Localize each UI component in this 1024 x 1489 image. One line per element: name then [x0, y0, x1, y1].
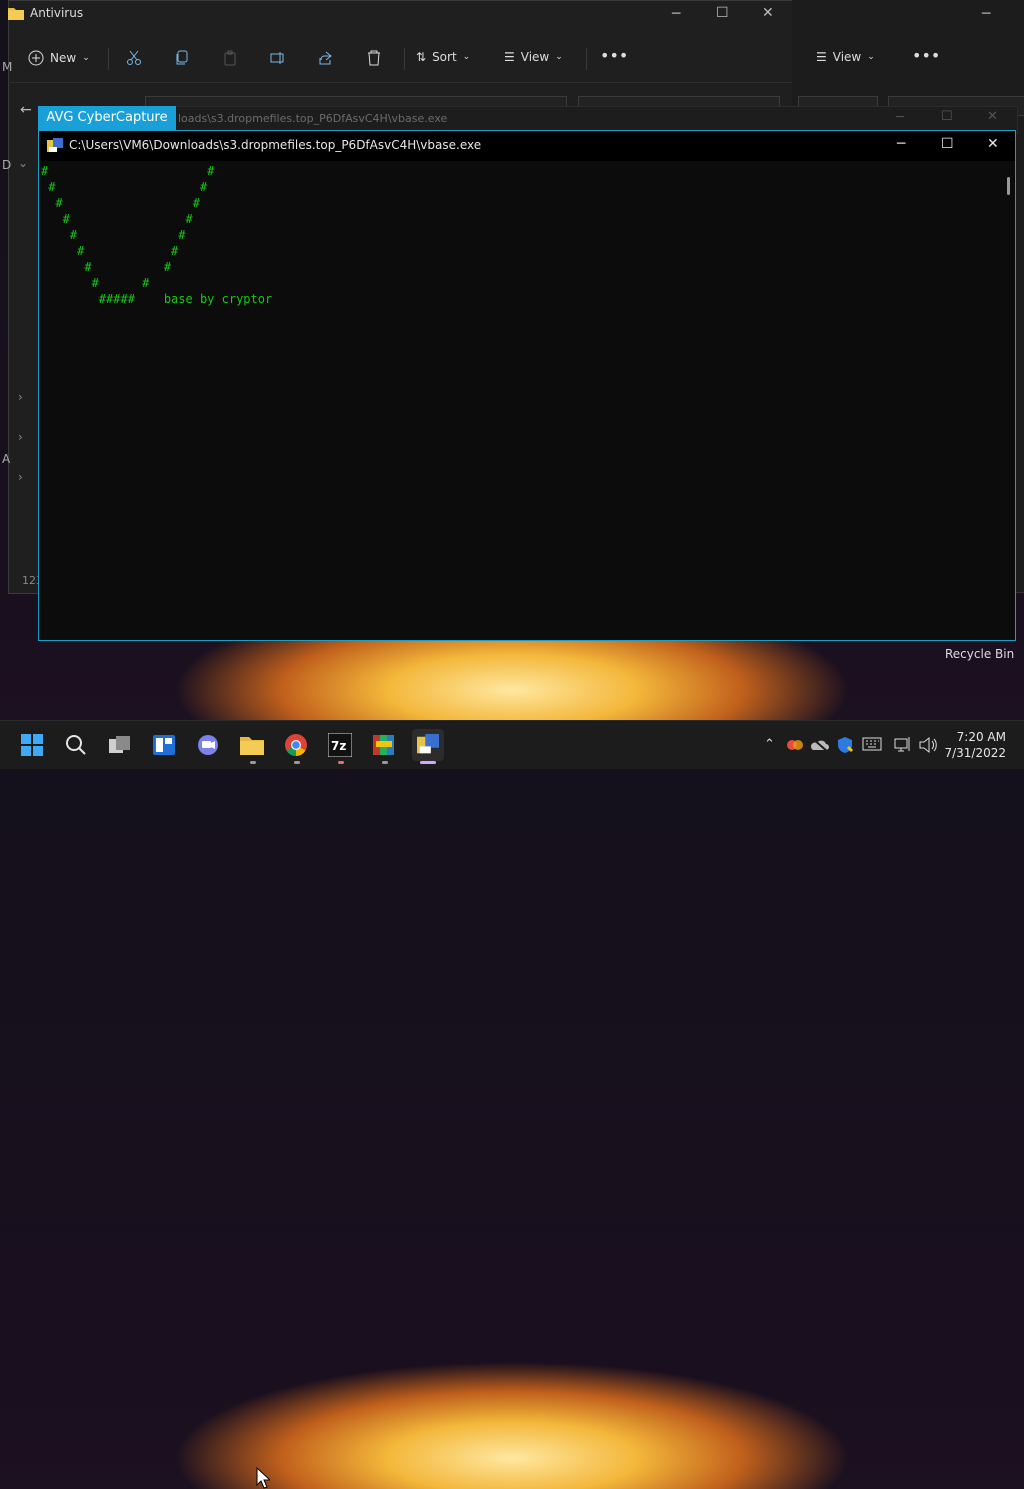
task-view-icon: [109, 736, 130, 753]
rename-icon[interactable]: [270, 50, 286, 66]
new-label: New: [50, 51, 77, 65]
chrome-button[interactable]: [280, 729, 312, 761]
clock-date: 7/31/2022: [944, 746, 1006, 760]
chevron-up-icon[interactable]: ⌃: [764, 737, 775, 752]
view-icon: ☰: [816, 50, 827, 64]
avg-faded-path: loads\s3.dropmefiles.top_P6DfAsvC4H\vbas…: [178, 112, 448, 125]
chrome-indicator: [294, 761, 300, 764]
console-app-indicator: [420, 761, 436, 764]
console-titlebar[interactable]: C:\Users\VM6\Downloads\s3.dropmefiles.to…: [39, 131, 1015, 161]
sort-icon: ⇅: [416, 50, 427, 64]
avg-maximize-button[interactable]: ☐: [941, 109, 953, 124]
chevron-right-icon[interactable]: ›: [18, 430, 23, 444]
console-text: # # # # # # # # # # # # # # # # ##### ba…: [41, 164, 273, 306]
secondary-minimize-button[interactable]: ─: [982, 6, 990, 22]
chrome-icon: [285, 734, 307, 756]
chat-icon: [198, 735, 218, 755]
widgets-button[interactable]: [148, 729, 180, 761]
mouse-cursor-icon: [256, 1467, 270, 1489]
view-icon: ☰: [504, 50, 515, 64]
console-app-icon: [417, 734, 439, 754]
start-button[interactable]: [16, 729, 48, 761]
console-minimize-button[interactable]: ─: [897, 136, 905, 152]
cut-icon[interactable]: [126, 50, 142, 66]
console-scrollbar-thumb[interactable]: [1007, 177, 1010, 195]
sidebar-letter-d: D: [2, 158, 12, 172]
console-output[interactable]: # # # # # # # # # # # # # # # # ##### ba…: [39, 163, 999, 639]
file-explorer-button[interactable]: [236, 729, 268, 761]
windows-icon: [21, 734, 43, 756]
secondary-more-options-icon[interactable]: •••: [912, 46, 940, 65]
plus-circle-icon: [28, 50, 44, 66]
chevron-down-icon: ⌄: [462, 52, 471, 62]
chevron-right-icon[interactable]: ›: [18, 390, 23, 404]
view-button[interactable]: ☰ View ⌄: [504, 50, 563, 64]
taskbar-clock[interactable]: 7:20 AM 7/31/2022: [944, 729, 1006, 761]
console-app-button[interactable]: [412, 729, 444, 761]
console-app-icon: [47, 138, 63, 152]
view-label: View: [520, 50, 550, 64]
explorer-titlebar[interactable]: Antivirus: [8, 6, 83, 20]
recycle-bin-label[interactable]: Recycle Bin: [945, 647, 1014, 661]
file-explorer-indicator: [250, 761, 256, 764]
clock-time: 7:20 AM: [956, 730, 1006, 744]
7zip-button[interactable]: 7z: [324, 729, 356, 761]
avg-cybercapture-badge: AVG CyberCapture: [38, 106, 176, 130]
explorer-toolbar: New ⌄ ⇅ Sort ⌄ ☰ View ⌄ ••• ☰ View ⌄ •••: [8, 36, 940, 83]
avg-tray-icon[interactable]: [786, 736, 804, 754]
sort-button[interactable]: ⇅ Sort ⌄: [416, 50, 470, 64]
back-arrow-icon[interactable]: ←: [20, 102, 32, 118]
search-button[interactable]: [60, 729, 92, 761]
onedrive-offline-icon[interactable]: [810, 736, 830, 754]
paste-icon[interactable]: [222, 50, 238, 66]
svg-text:7z: 7z: [331, 739, 346, 753]
archive-app-indicator: [382, 761, 388, 764]
explorer-title: Antivirus: [30, 6, 84, 20]
chevron-down-icon: ⌄: [867, 52, 875, 62]
explorer-maximize-button[interactable]: ☐: [716, 5, 729, 21]
delete-icon[interactable]: [366, 50, 382, 66]
security-shield-icon[interactable]: [836, 736, 854, 754]
console-close-button[interactable]: ✕: [987, 136, 999, 152]
sidebar-letter-a: A: [2, 452, 11, 466]
console-maximize-button[interactable]: ☐: [941, 136, 954, 152]
widgets-icon: [153, 735, 175, 755]
new-button[interactable]: New ⌄: [28, 50, 90, 66]
teams-chat-button[interactable]: [192, 729, 224, 761]
folder-icon: [8, 8, 24, 20]
taskbar: 7z ⌃ 7:20 AM 7/31/2022: [0, 720, 1024, 1489]
secondary-view-label: View: [832, 50, 862, 64]
7zip-icon: 7z: [328, 733, 352, 757]
chevron-down-icon: ⌄: [555, 52, 563, 62]
search-icon: [66, 735, 86, 755]
explorer-minimize-button[interactable]: ─: [672, 6, 680, 22]
share-icon[interactable]: [318, 50, 334, 66]
keyboard-icon[interactable]: [862, 737, 882, 751]
volume-icon[interactable]: [918, 736, 938, 754]
chevron-down-icon[interactable]: ⌄: [18, 156, 28, 170]
avg-minimize-button[interactable]: ─: [896, 110, 904, 125]
task-view-button[interactable]: [104, 729, 136, 761]
secondary-view-button[interactable]: ☰ View ⌄: [816, 50, 875, 64]
sort-label: Sort: [432, 50, 457, 64]
folder-icon: [240, 737, 264, 755]
console-title: C:\Users\VM6\Downloads\s3.dropmefiles.to…: [69, 138, 482, 152]
network-icon[interactable]: [894, 736, 912, 754]
7zip-indicator: [338, 761, 344, 764]
avg-close-button[interactable]: ✕: [987, 109, 998, 124]
explorer-close-button[interactable]: ✕: [762, 5, 774, 21]
copy-icon[interactable]: [174, 50, 190, 66]
console-window[interactable]: C:\Users\VM6\Downloads\s3.dropmefiles.to…: [38, 130, 1016, 641]
archive-app-button[interactable]: [368, 729, 400, 761]
more-options-icon[interactable]: •••: [600, 46, 628, 65]
sidebar-letter-m: M: [2, 60, 13, 74]
chevron-right-icon[interactable]: ›: [18, 470, 23, 484]
chevron-down-icon: ⌄: [82, 53, 90, 63]
archive-icon: [373, 735, 394, 755]
